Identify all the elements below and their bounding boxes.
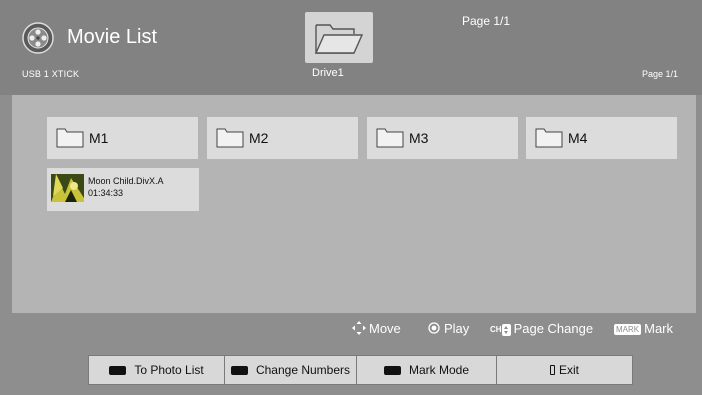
ok-button-icon (428, 322, 440, 334)
file-name: Moon Child.DivX.A (88, 176, 164, 186)
page-title: Movie List (67, 26, 158, 48)
drive-label: Drive1 (312, 67, 344, 79)
folder-icon (376, 128, 404, 148)
hint-bar: Move Play CH Page Change MARK Mark (0, 318, 702, 342)
color-key-icon (109, 365, 127, 375)
button-label: Change Numbers (255, 363, 351, 377)
folder-icon (216, 128, 244, 148)
folder-item-m2[interactable]: M2 (207, 117, 358, 159)
folder-label: M2 (249, 130, 269, 146)
movie-reel-icon (22, 22, 54, 54)
open-folder-icon (314, 24, 364, 54)
folder-label: M1 (89, 130, 109, 146)
exit-icon (549, 365, 555, 375)
move-hint: Move (352, 321, 401, 336)
file-browser: M1 M2 M3 M4 Moon Child.DivX.A 01:34:33 (12, 95, 696, 313)
button-label: To Photo List (134, 363, 204, 377)
mark-label: Mark (644, 321, 674, 336)
to-photo-list-button[interactable]: To Photo List (88, 355, 225, 385)
mark-badge: MARK (614, 324, 642, 336)
page-indicator-right: Page 1/1 (641, 69, 678, 79)
usb-device-label: USB 1 XTICK (22, 69, 80, 79)
movie-list-screen: Movie List USB 1 XTICK Drive1 Page 1/1 P… (0, 0, 702, 395)
play-label: Play (444, 321, 470, 336)
header: Movie List USB 1 XTICK Drive1 Page 1/1 P… (0, 0, 702, 95)
color-key-icon (230, 365, 248, 375)
movie-file-item[interactable]: Moon Child.DivX.A 01:34:33 (47, 168, 199, 211)
page-indicator-top: Page 1/1 (462, 14, 511, 28)
folder-item-m4[interactable]: M4 (526, 117, 677, 159)
play-hint: Play (428, 321, 469, 336)
folder-icon (56, 128, 84, 148)
folder-item-m1[interactable]: M1 (47, 117, 198, 159)
move-arrows-icon (352, 321, 366, 335)
mark-mode-button[interactable]: Mark Mode (356, 355, 497, 385)
folder-icon (535, 128, 563, 148)
folder-label: M3 (409, 130, 429, 146)
thumbnail-image (51, 174, 84, 202)
button-label: Exit (558, 363, 579, 377)
folder-item-m3[interactable]: M3 (367, 117, 518, 159)
file-duration: 01:34:33 (88, 188, 124, 198)
video-thumbnail (51, 174, 84, 202)
mark-hint: MARK Mark (614, 321, 673, 336)
page-change-label: Page Change (513, 321, 594, 336)
ch-badge: CH (490, 325, 502, 335)
color-key-icon (383, 365, 401, 375)
change-numbers-button[interactable]: Change Numbers (224, 355, 357, 385)
drive-folder-tile[interactable] (305, 12, 373, 63)
folder-label: M4 (568, 130, 588, 146)
channel-updown-icon (501, 323, 511, 336)
exit-button[interactable]: Exit (496, 355, 633, 385)
button-label: Mark Mode (408, 363, 470, 377)
move-label: Move (369, 321, 401, 336)
page-change-hint: CH Page Change (490, 321, 593, 336)
